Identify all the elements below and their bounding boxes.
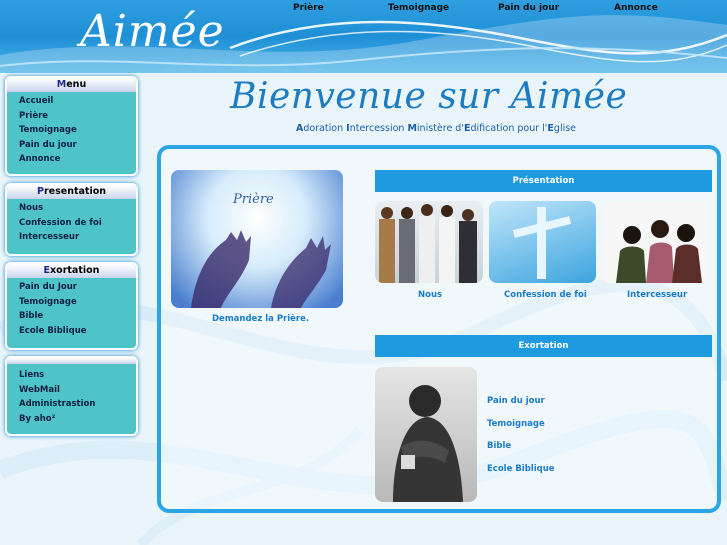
exortation-link-temoignage[interactable]: Temoignage: [487, 419, 545, 429]
sidebar-menu-title-initial: M: [56, 79, 67, 90]
sidebar-item-liens[interactable]: Liens: [19, 368, 136, 383]
sidebar-presentation-box: Presentation Nous Confession de foi Inte…: [5, 183, 138, 256]
exortation-bar: Exortation: [375, 335, 712, 357]
subtitle-initial: M: [407, 123, 417, 134]
sidebar-menu-title: enu: [66, 79, 87, 90]
topnav-temoignage[interactable]: Temoignage: [388, 3, 449, 13]
sidebar-item-annonce[interactable]: Annonce: [19, 152, 136, 167]
group-photo: [379, 204, 477, 283]
page-title: Bienvenue sur Aimée: [230, 76, 628, 117]
exortation-link-pain-du-jour[interactable]: Pain du jour: [487, 396, 545, 406]
sidebar-item-temoignage-2[interactable]: Temoignage: [19, 295, 136, 310]
presentation-bar: Présentation: [375, 170, 712, 192]
praying-group-photo: [616, 220, 702, 283]
sidebar-item-confession-de-foi[interactable]: Confession de foi: [19, 216, 136, 231]
exortation-link-ecole-biblique[interactable]: Ecole Biblique: [487, 464, 555, 474]
subtitle-word: ntercession: [349, 123, 408, 134]
site-header: Aimée Prière Temoignage Pain du jour Ann…: [0, 0, 727, 73]
subtitle-word: inistère d': [416, 123, 464, 134]
sidebar-presentation-header: Presentation: [7, 185, 136, 199]
topnav-pain-du-jour[interactable]: Pain du jour: [498, 3, 559, 13]
subtitle-word: dification pour l': [470, 123, 548, 134]
sidebar-menu-box: Menu Accueil Prière Temoignage Pain du j…: [5, 76, 138, 176]
confession-image[interactable]: [489, 201, 596, 283]
sidebar-exortation-title: xortation: [50, 265, 100, 276]
sidebar-item-pain-du-jour[interactable]: Pain du jour: [19, 138, 136, 153]
nous-image[interactable]: [375, 201, 483, 283]
praying-hands-illustration: [191, 230, 331, 308]
sidebar-links-box: Liens WebMail Administrastion By aho²: [5, 356, 138, 436]
exortation-link-bible[interactable]: Bible: [487, 441, 511, 451]
sidebar-item-webmail[interactable]: WebMail: [19, 383, 136, 398]
priere-image[interactable]: Prière: [171, 170, 343, 308]
sidebar-exortation-box: Exortation Pain du Jour Temoignage Bible…: [5, 262, 138, 350]
sidebar-item-by-aho[interactable]: By aho²: [19, 412, 136, 427]
sidebar-item-bible[interactable]: Bible: [19, 309, 136, 324]
presentation-caption-nous[interactable]: Nous: [418, 290, 442, 300]
sidebar-item-intercesseur[interactable]: Intercesseur: [19, 230, 136, 245]
subtitle-word: doration: [303, 123, 347, 134]
sidebar-item-temoignage[interactable]: Temoignage: [19, 123, 136, 138]
sidebar-menu-header: Menu: [7, 78, 136, 92]
priere-caption[interactable]: Demandez la Prière.: [212, 314, 309, 324]
sidebar-presentation-title-initial: P: [37, 186, 44, 197]
sidebar-item-accueil[interactable]: Accueil: [19, 94, 136, 109]
topnav-priere[interactable]: Prière: [293, 3, 324, 13]
exortation-image[interactable]: [375, 367, 477, 502]
presentation-caption-confession[interactable]: Confession de foi: [504, 290, 587, 300]
sad-man-photo: [393, 385, 463, 502]
sidebar-item-priere[interactable]: Prière: [19, 109, 136, 124]
intercesseur-image[interactable]: [602, 201, 709, 283]
sidebar-item-nous[interactable]: Nous: [19, 201, 136, 216]
cross-illustration: [512, 207, 572, 279]
page-subtitle: Adoration Intercession Ministère d'Edifi…: [296, 123, 576, 134]
sidebar-item-administrastion[interactable]: Administrastion: [19, 397, 136, 412]
top-navigation: Prière Temoignage Pain du jour Annonce: [0, 3, 727, 15]
subtitle-word: glise: [553, 123, 577, 134]
sidebar-item-pain-du-jour-2[interactable]: Pain du Jour: [19, 280, 136, 295]
topnav-annonce[interactable]: Annonce: [614, 3, 658, 13]
presentation-caption-intercesseur[interactable]: Intercesseur: [627, 290, 687, 300]
sidebar-exortation-header: Exortation: [7, 264, 136, 278]
priere-image-text: Prière: [233, 192, 274, 207]
sidebar-item-ecole-biblique[interactable]: Ecole Biblique: [19, 324, 136, 339]
sidebar-presentation-title: resentation: [43, 186, 106, 197]
